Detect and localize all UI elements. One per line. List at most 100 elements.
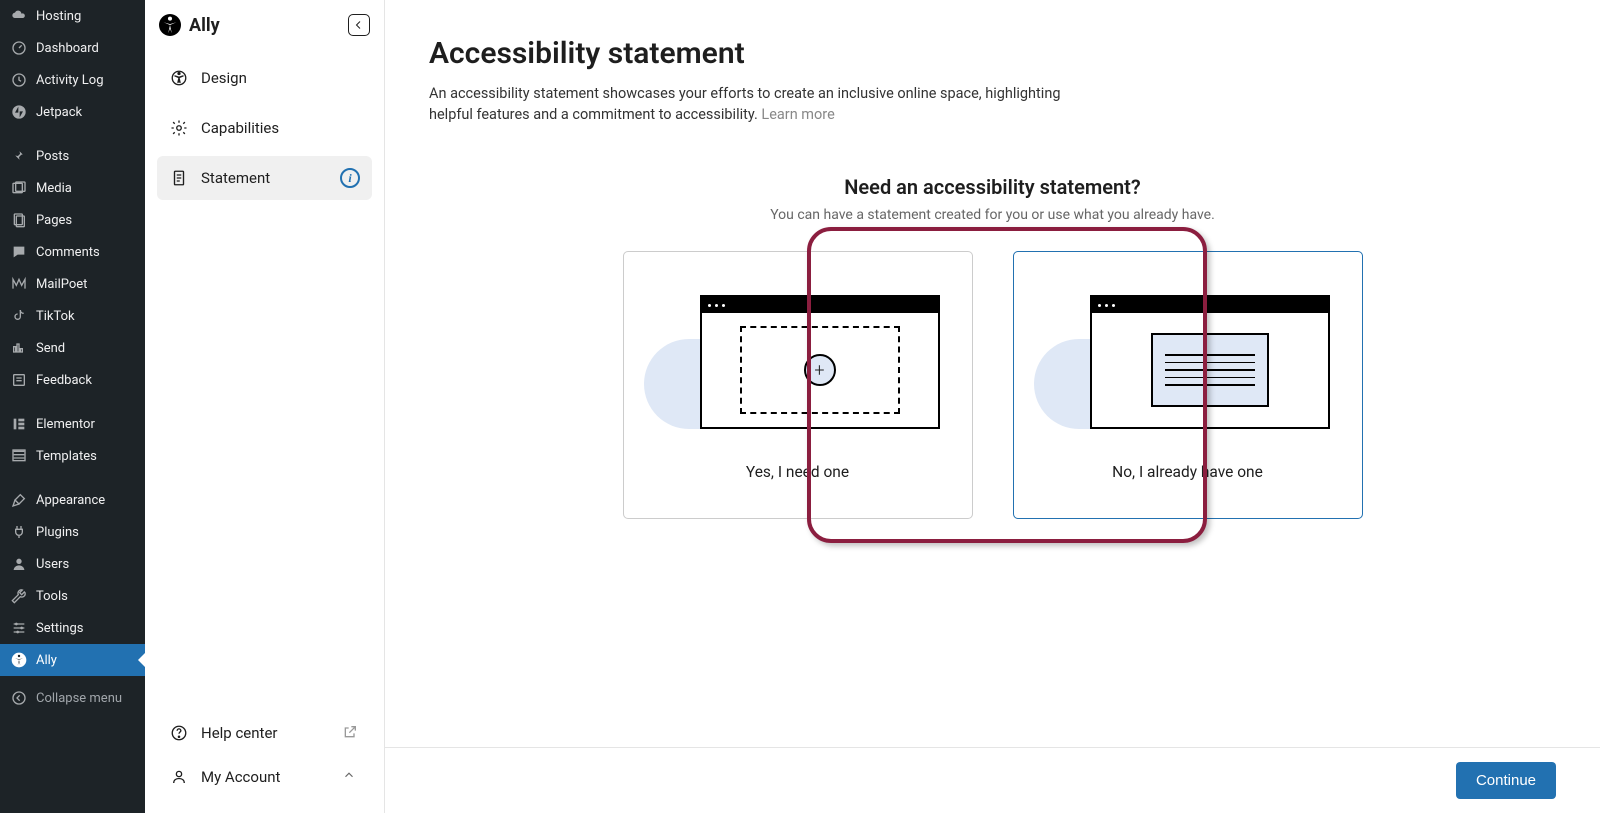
card-label: No, I already have one [1112, 463, 1263, 481]
sidebar-item-label: Media [36, 181, 72, 196]
card-have-statement[interactable]: No, I already have one [1013, 251, 1363, 519]
collapse-panel-button[interactable] [348, 14, 370, 36]
sidebar-item-label: Templates [36, 449, 97, 464]
ally-nav-label: Statement [201, 169, 270, 187]
wp-sidebar-item-elementor[interactable]: Elementor [0, 408, 145, 440]
wp-sidebar-item-comments[interactable]: Comments [0, 236, 145, 268]
chevron-up-icon [342, 768, 360, 786]
wp-admin-sidebar: Hosting Dashboard Activity Log Jetpack Posts… [0, 0, 145, 813]
form-icon [10, 371, 28, 389]
wp-sidebar-item-templates[interactable]: Templates [0, 440, 145, 472]
card-label: Yes, I need one [746, 463, 849, 481]
wp-sidebar-item-tools[interactable]: Tools [0, 580, 145, 612]
pages-icon [10, 211, 28, 229]
templates-icon [10, 447, 28, 465]
plus-icon: + [804, 354, 836, 386]
sidebar-item-label: Activity Log [36, 73, 104, 88]
wp-sidebar-item-posts[interactable]: Posts [0, 140, 145, 172]
ally-title: Ally [189, 15, 220, 36]
ally-panel-footer: Help center My Account [145, 701, 384, 813]
help-icon [169, 723, 189, 743]
card-illustration [1064, 289, 1312, 439]
sidebar-item-label: Send [36, 341, 65, 356]
sidebar-item-label: Dashboard [36, 41, 99, 56]
send-icon [10, 339, 28, 357]
wp-sidebar-item-users[interactable]: Users [0, 548, 145, 580]
wp-sidebar-item-settings[interactable]: Settings [0, 612, 145, 644]
sidebar-item-label: Jetpack [36, 105, 82, 120]
design-icon [169, 68, 189, 88]
elementor-icon [10, 415, 28, 433]
ally-footer-my-account[interactable]: My Account [157, 755, 372, 799]
wp-sidebar-item-send[interactable]: Send [0, 332, 145, 364]
sidebar-item-label: Appearance [36, 493, 105, 508]
wp-sidebar-item-dashboard[interactable]: Dashboard [0, 32, 145, 64]
doc-icon [169, 168, 189, 188]
comment-icon [10, 243, 28, 261]
continue-button[interactable]: Continue [1456, 762, 1556, 799]
ally-nav: Design Capabilities Statement i [145, 46, 384, 210]
ally-nav-capabilities[interactable]: Capabilities [157, 106, 372, 150]
ally-logo-icon [159, 14, 181, 36]
page-title: Accessibility statement [429, 36, 1556, 71]
section-subtitle: You can have a statement created for you… [429, 207, 1556, 223]
external-link-icon [342, 724, 360, 742]
ally-nav-design[interactable]: Design [157, 56, 372, 100]
account-icon [169, 767, 189, 787]
sidebar-item-label: Feedback [36, 373, 92, 388]
main-content: Accessibility statement An accessibility… [385, 0, 1600, 813]
sidebar-item-label: TikTok [36, 309, 75, 324]
page-description-text: An accessibility statement showcases you… [429, 85, 1060, 123]
wp-sidebar-item-collapse-menu[interactable]: Collapse menu [0, 682, 145, 714]
page-description: An accessibility statement showcases you… [429, 83, 1069, 125]
sidebar-item-label: Pages [36, 213, 72, 228]
wp-sidebar-item-media[interactable]: Media [0, 172, 145, 204]
wp-sidebar-item-activity-log[interactable]: Activity Log [0, 64, 145, 96]
jetpack-icon [10, 103, 28, 121]
sidebar-item-label: Collapse menu [36, 691, 122, 706]
wp-sidebar-item-hosting[interactable]: Hosting [0, 0, 145, 32]
ally-panel: Ally Design Capabilities Statement i Help c… [145, 0, 385, 813]
ally-nav-statement[interactable]: Statement i [157, 156, 372, 200]
learn-more-link[interactable]: Learn more [761, 106, 834, 123]
card-need-statement[interactable]: + Yes, I need one [623, 251, 973, 519]
wp-sidebar-item-ally[interactable]: Ally [0, 644, 145, 676]
sidebar-item-label: Plugins [36, 525, 79, 540]
sidebar-item-label: MailPoet [36, 277, 87, 292]
wp-sidebar-item-feedback[interactable]: Feedback [0, 364, 145, 396]
wrench-icon [10, 587, 28, 605]
ally-nav-label: Capabilities [201, 119, 279, 137]
gauge-icon [10, 39, 28, 57]
sidebar-item-label: Settings [36, 621, 83, 636]
section-title: Need an accessibility statement? [429, 175, 1556, 199]
sidebar-item-label: Posts [36, 149, 69, 164]
sidebar-item-label: Ally [36, 653, 57, 668]
statement-option-cards: + Yes, I need one [429, 251, 1556, 519]
tiktok-icon [10, 307, 28, 325]
wp-sidebar-item-jetpack[interactable]: Jetpack [0, 96, 145, 128]
info-icon: i [340, 168, 360, 188]
ally-footer-label: My Account [201, 768, 280, 786]
ally-footer-label: Help center [201, 724, 277, 742]
ally-footer-help-center[interactable]: Help center [157, 711, 372, 755]
mailpoet-icon [10, 275, 28, 293]
wp-sidebar-item-mailpoet[interactable]: MailPoet [0, 268, 145, 300]
pin-icon [10, 147, 28, 165]
gear-icon [169, 118, 189, 138]
wp-sidebar-item-tiktok[interactable]: TikTok [0, 300, 145, 332]
wp-sidebar-item-appearance[interactable]: Appearance [0, 484, 145, 516]
collapse-icon [10, 689, 28, 707]
plug-icon [10, 523, 28, 541]
wp-sidebar-item-pages[interactable]: Pages [0, 204, 145, 236]
sidebar-item-label: Elementor [36, 417, 95, 432]
sidebar-item-label: Hosting [36, 9, 81, 24]
media-icon [10, 179, 28, 197]
clock-icon [10, 71, 28, 89]
card-illustration: + [674, 289, 922, 439]
ally-icon [10, 651, 28, 669]
footer-bar: Continue [385, 747, 1600, 813]
wp-sidebar-item-plugins[interactable]: Plugins [0, 516, 145, 548]
brush-icon [10, 491, 28, 509]
sidebar-item-label: Comments [36, 245, 100, 260]
document-icon [1151, 333, 1269, 407]
